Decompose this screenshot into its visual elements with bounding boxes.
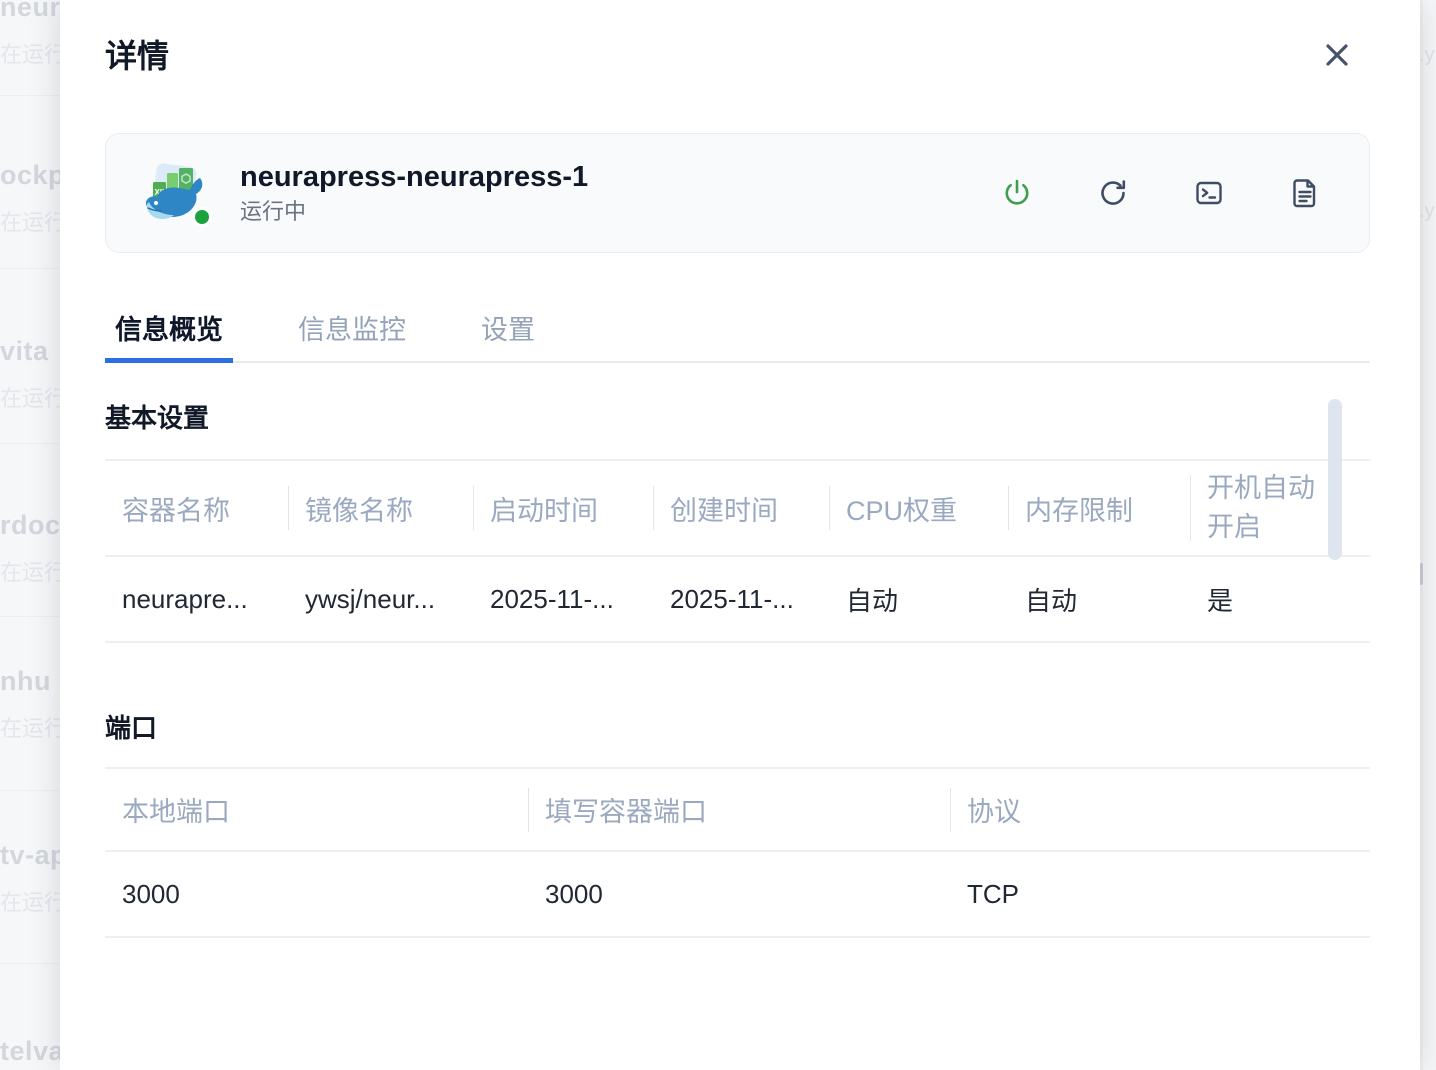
overview-scroll-area: 基本设置 容器名称 镜像名称 启动时间 创建时间 CPU权重 内存限制 开机自动… [105, 363, 1370, 1002]
terminal-icon [1193, 177, 1225, 209]
column-header: 镜像名称 [288, 461, 473, 555]
running-status-dot [192, 207, 212, 227]
ports-heading: 端口 [105, 711, 1370, 745]
background-text-fragment: .y [1419, 44, 1436, 67]
background-container-item: ockp 在运行 [0, 160, 62, 237]
column-header: CPU权重 [829, 461, 1008, 555]
basic-settings-heading: 基本设置 [105, 401, 1370, 435]
background-container-status: 在运行 [0, 555, 62, 587]
background-container-item: telva [0, 1036, 62, 1067]
background-container-name: telva [0, 1036, 62, 1067]
cell-create-time: 2025-11-... [653, 557, 829, 641]
background-divider [0, 443, 60, 444]
container-logo: XII [142, 161, 206, 225]
cell-start-time: 2025-11-... [473, 557, 653, 641]
cell-image-name: ywsj/neur... [288, 557, 473, 641]
background-text-fragment: .y [1419, 200, 1436, 223]
background-container-status: 在运行 [0, 885, 62, 917]
modal-scrollbar-thumb[interactable] [1328, 399, 1342, 560]
ports-table: 本地端口 填写容器端口 协议 3000 3000 TCP [105, 767, 1370, 938]
background-divider [0, 616, 60, 617]
background-container-name: vita [0, 336, 62, 367]
basic-settings-table: 容器名称 镜像名称 启动时间 创建时间 CPU权重 内存限制 开机自动开启 ne… [105, 459, 1370, 643]
terminal-button[interactable] [1193, 177, 1225, 209]
background-divider [0, 95, 60, 96]
container-name: neurapress-neurapress-1 [240, 159, 588, 195]
cell-protocol: TCP [950, 852, 1370, 936]
modal-header: 详情 [105, 36, 1370, 76]
cell-cpu-weight: 自动 [829, 557, 1008, 641]
background-container-item: neurap 在运行 [0, 0, 62, 69]
background-container-name: ockp [0, 160, 62, 191]
background-container-status: 在运行 [0, 37, 62, 69]
container-details-modal: 详情 XII [60, 0, 1420, 1070]
tab-info-monitor[interactable]: 信息监控 [288, 308, 416, 361]
close-icon [1322, 40, 1352, 70]
background-container-item: vita 在运行 [0, 336, 62, 413]
background-container-item: nhu 在运行 [0, 666, 62, 743]
tab-info-overview[interactable]: 信息概览 [105, 308, 233, 361]
column-header: 填写容器端口 [528, 769, 950, 850]
background-container-status: 在运行 [0, 205, 62, 237]
power-button[interactable] [1001, 177, 1033, 209]
background-container-item: rdoc 在运行 [0, 510, 62, 587]
cell-container-port: 3000 [528, 852, 950, 936]
power-icon [1001, 177, 1033, 209]
column-header: 内存限制 [1008, 461, 1190, 555]
background-container-status: 在运行 [0, 711, 62, 743]
column-header: 开机自动开启 [1190, 461, 1370, 555]
background-container-name: nhu [0, 666, 62, 697]
ports-table-header: 本地端口 填写容器端口 协议 [105, 767, 1370, 852]
column-header: 容器名称 [105, 461, 288, 555]
document-icon [1289, 177, 1321, 209]
column-header: 协议 [950, 769, 1370, 850]
table-row: 3000 3000 TCP [105, 852, 1370, 938]
cell-memory-limit: 自动 [1008, 557, 1190, 641]
cell-container-name: neurapre... [105, 557, 288, 641]
background-container-name: rdoc [0, 510, 62, 541]
background-container-name: tv-ap [0, 840, 62, 871]
container-actions [1001, 177, 1321, 209]
background-divider [0, 268, 60, 269]
refresh-icon [1097, 177, 1129, 209]
container-status-text: 运行中 [240, 197, 588, 227]
page-title: 详情 [105, 36, 1370, 76]
column-header: 启动时间 [473, 461, 653, 555]
basic-table-header: 容器名称 镜像名称 启动时间 创建时间 CPU权重 内存限制 开机自动开启 [105, 459, 1370, 557]
background-divider [0, 790, 60, 791]
table-row: neurapre... ywsj/neur... 2025-11-... 202… [105, 557, 1370, 643]
cell-local-port: 3000 [105, 852, 528, 936]
background-container-item: tv-ap 在运行 [0, 840, 62, 917]
tab-bar: 信息概览 信息监控 设置 [105, 253, 1370, 363]
container-summary-card: XII neurapress-neurapress-1 运行中 [105, 133, 1370, 253]
container-identity: neurapress-neurapress-1 运行中 [240, 159, 588, 227]
tab-settings[interactable]: 设置 [471, 308, 545, 361]
close-button[interactable] [1322, 38, 1356, 72]
background-container-name: neurap [0, 0, 62, 23]
cell-autostart: 是 [1190, 557, 1370, 641]
background-container-status: 在运行 [0, 381, 62, 413]
background-divider [0, 963, 60, 964]
column-header: 创建时间 [653, 461, 829, 555]
column-header: 本地端口 [105, 769, 528, 850]
restart-button[interactable] [1097, 177, 1129, 209]
logs-button[interactable] [1289, 177, 1321, 209]
